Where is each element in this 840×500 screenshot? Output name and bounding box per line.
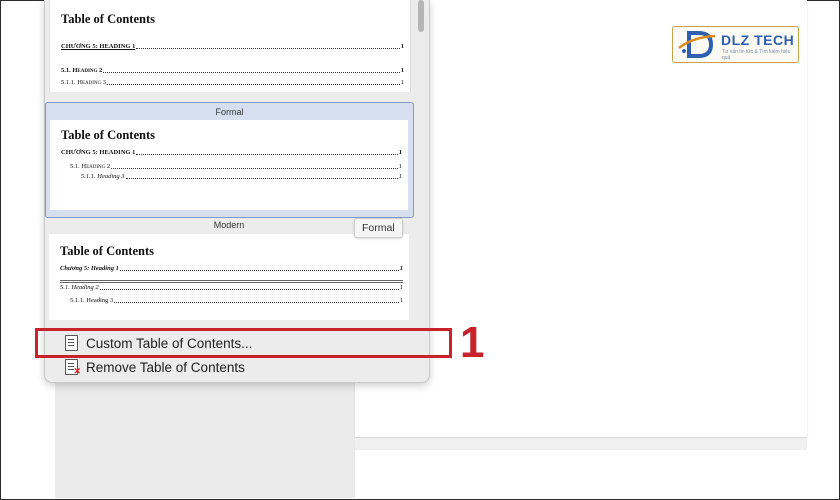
toc-style-label-formal: Formal [215,107,244,117]
toc-line: 5.1.1. Heading 31 [61,79,404,86]
toc-line: 5.1. Heading 21 [60,284,403,291]
toc-style-card-modern[interactable]: Table of Contents Chương 5: Heading 11 5… [49,234,409,320]
toc-line: Chương 5: Heading 11 [60,265,403,272]
toc-line: 5.1.1. Heading 31 [81,173,402,180]
toc-rule [60,282,403,283]
remove-toc-menu-item[interactable]: ✕ Remove Table of Contents [64,357,245,377]
logo-tagline: Tư vấn tin tức & Tìm kiếm hiệu quả [722,49,791,61]
gallery-scrollbar[interactable] [415,0,427,320]
scrollbar-thumb[interactable] [418,0,424,32]
document-remove-icon: ✕ [64,359,81,376]
toc-card-title: Table of Contents [61,12,155,26]
toc-line: 5.1.1. Heading 31 [70,297,403,304]
logo-text: DLZ TECH [721,32,795,48]
style-tooltip: Formal [354,218,403,238]
toc-line: 5.1. Heading 21 [61,67,404,74]
toc-line: CHƯƠNG 5: HEADING 11 [61,43,404,50]
annotation-highlight-box [35,328,452,358]
toc-line: 5.1. Heading 21 [70,163,402,170]
toc-line: CHƯƠNG 5: HEADING 11 [61,149,402,156]
document-page-next[interactable] [355,450,807,498]
brand-logo: DLZ TECH Tư vấn tin tức & Tìm kiếm hiệu … [672,26,799,63]
toc-card-title: Table of Contents [60,244,154,258]
toc-style-card-automatic[interactable]: Table of Contents CHƯƠNG 5: HEADING 11 5… [49,0,411,92]
remove-toc-label: Remove Table of Contents [86,359,245,375]
toc-rule [60,280,403,281]
annotation-step-number: 1 [460,318,485,367]
dlz-logo-icon [678,31,716,58]
toc-card-title: Table of Contents [61,128,155,142]
page-gap [355,438,807,450]
toc-style-card-formal[interactable]: Table of Contents CHƯƠNG 5: HEADING 11 5… [50,120,408,210]
